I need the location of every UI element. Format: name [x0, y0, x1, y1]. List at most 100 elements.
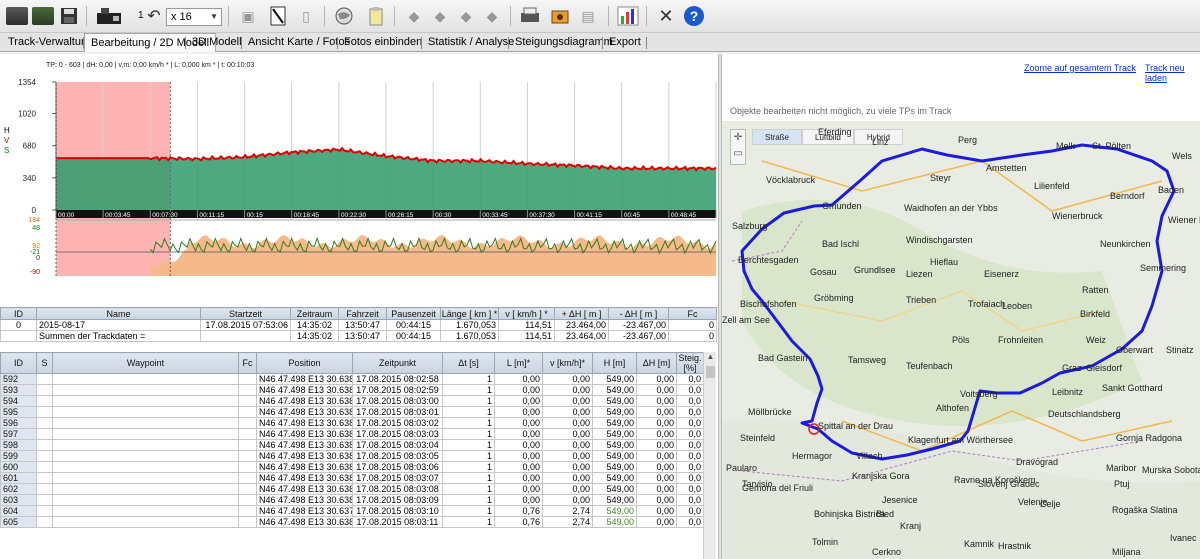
- waypoint-select-checkbox[interactable]: [36, 516, 53, 528]
- tab-export[interactable]: Export: [603, 33, 647, 52]
- map-tab-strasse[interactable]: Straße: [752, 129, 803, 145]
- elevation-chart[interactable]: TP: 0 - 603 | dH: 0,00 | v,m: 0,00 km/h …: [0, 54, 718, 282]
- tab-fotos-einbinden[interactable]: Fotos einbinden: [338, 33, 428, 52]
- document-icon[interactable]: ▤: [576, 4, 600, 28]
- edit-page-icon[interactable]: [266, 4, 290, 28]
- scroll-up-icon[interactable]: ▲: [704, 352, 716, 364]
- waypoint-cell: [238, 494, 257, 506]
- waypoint-col-header[interactable]: L [m]*: [494, 352, 543, 374]
- tools-icon[interactable]: ✕: [654, 4, 678, 28]
- globe-icon[interactable]: [332, 4, 356, 28]
- track-col-header[interactable]: Name: [36, 307, 201, 320]
- table-row[interactable]: 599 N46 47.498 E13 30.638 17.08.2015 08:03…: [0, 450, 704, 462]
- waypoint-select-checkbox[interactable]: [36, 483, 53, 495]
- map-place-label: Berchtesgaden: [738, 255, 799, 265]
- track-col-header[interactable]: Zeitraum: [290, 307, 339, 320]
- tag-icon[interactable]: ◆: [480, 4, 504, 28]
- waypoint-select-checkbox[interactable]: [36, 384, 53, 396]
- route-map[interactable]: ✛ ▭ Straße Luftbild Hybrid Eferding Linz Pe…: [722, 121, 1200, 559]
- waypoint-col-header[interactable]: H [m]: [592, 352, 637, 374]
- tab-statistik[interactable]: Statistik / Analyse: [422, 33, 520, 52]
- track-col-header[interactable]: - ΔH [ m ]: [608, 307, 669, 320]
- open-folder-icon[interactable]: [6, 7, 28, 25]
- waypoint-select-checkbox[interactable]: [36, 428, 53, 440]
- zoom-select[interactable]: x 16 ▼: [166, 8, 222, 26]
- waypoint-select-checkbox[interactable]: [36, 461, 53, 473]
- waypoint-cell: 0,00: [494, 406, 543, 418]
- track-col-header[interactable]: Startzeit: [200, 307, 291, 320]
- zoom-all-track-link[interactable]: Zoome auf gesamtem Track: [1024, 63, 1136, 73]
- waypoint-col-header[interactable]: Fc: [238, 352, 257, 374]
- table-row[interactable]: 600 N46 47.498 E13 30.638 17.08.2015 08:03…: [0, 461, 704, 473]
- help-icon[interactable]: ?: [682, 4, 706, 28]
- track-row[interactable]: Summen der Trackdaten = 14:35:02 13:50:47 0…: [0, 330, 717, 342]
- waypoint-select-checkbox[interactable]: [36, 406, 53, 418]
- save-icon[interactable]: [57, 4, 81, 28]
- table-row[interactable]: 595 N46 47.498 E13 30.638 17.08.2015 08:03…: [0, 406, 704, 418]
- reload-track-link[interactable]: Track neu laden: [1145, 63, 1200, 83]
- track-row[interactable]: 0 2015-08-17 17.08.2015 07:53:06 14:35:02 13…: [0, 319, 717, 331]
- table-row[interactable]: 598 N46 47.498 E13 30.638 17.08.2015 08:03…: [0, 439, 704, 451]
- table-row[interactable]: 604 N46 47.498 E13 30.637 17.08.2015 08:03…: [0, 505, 704, 517]
- waypoint-select-checkbox[interactable]: [36, 373, 53, 385]
- waypoint-scrollbar[interactable]: ▲: [703, 352, 716, 559]
- tag-icon[interactable]: ◆: [454, 4, 478, 28]
- waypoint-select-checkbox[interactable]: [36, 450, 53, 462]
- waypoint-select-checkbox[interactable]: [36, 505, 53, 517]
- track-col-header[interactable]: Fc: [668, 307, 717, 320]
- waypoint-select-checkbox[interactable]: [36, 472, 53, 484]
- track-col-header[interactable]: Fahrzeit: [338, 307, 387, 320]
- elevation-chart-svg[interactable]: 1354 1020 680 340 0 00:00 00:03:45 00:07:30 00:1…: [0, 54, 718, 282]
- toolbar-separator: [86, 6, 87, 26]
- tag-icon[interactable]: ◆: [428, 4, 452, 28]
- waypoint-select-checkbox[interactable]: [36, 417, 53, 429]
- table-row[interactable]: 601 N46 47.498 E13 30.638 17.08.2015 08:03…: [0, 472, 704, 484]
- scroll-thumb[interactable]: [706, 366, 715, 378]
- track-col-header[interactable]: ID: [0, 307, 37, 320]
- x-tick-label: 00:03:45: [105, 212, 131, 219]
- table-row[interactable]: 605 N46 47.498 E13 30.638 17.08.2015 08:03…: [0, 516, 704, 528]
- track-col-header[interactable]: + ΔH [ m ]: [554, 307, 609, 320]
- waypoint-col-header[interactable]: Waypoint: [52, 352, 239, 374]
- table-row[interactable]: 592 N46 47.498 E13 30.638 17.08.2015 08:02…: [0, 373, 704, 385]
- gps-device-icon[interactable]: [94, 4, 124, 28]
- tag-icon[interactable]: ◆: [402, 4, 426, 28]
- delete-icon[interactable]: ▯: [294, 4, 318, 28]
- waypoint-cell: 549,00: [592, 406, 637, 418]
- track-col-header[interactable]: v [ km/h ] *: [498, 307, 555, 320]
- waypoint-select-checkbox[interactable]: [36, 439, 53, 451]
- waypoint-cell: 0,00: [542, 472, 593, 484]
- waypoint-col-header[interactable]: Position: [256, 352, 353, 374]
- waypoint-col-header[interactable]: Zeitpunkt: [352, 352, 443, 374]
- track-col-header[interactable]: Länge [ km ] *: [440, 307, 499, 320]
- waypoint-cell: 592: [0, 373, 37, 385]
- waypoint-cell: 549,00: [592, 516, 637, 528]
- undo-icon[interactable]: ↶: [142, 4, 166, 28]
- photo-export-icon[interactable]: [548, 4, 572, 28]
- waypoint-table-container[interactable]: ID S Waypoint Fc Position Zeitpunkt Δt [s] L [m…: [0, 352, 716, 559]
- waypoint-col-header[interactable]: ΔH [m]: [636, 352, 677, 374]
- waypoint-col-header[interactable]: Steig. [%]: [676, 352, 704, 374]
- table-row[interactable]: 602 N46 47.498 E13 30.638 17.08.2015 08:03…: [0, 483, 704, 495]
- camera-icon[interactable]: ▣: [236, 4, 260, 28]
- open-recent-icon[interactable]: [32, 7, 54, 25]
- waypoint-select-checkbox[interactable]: [36, 494, 53, 506]
- tab-3d-modell[interactable]: 3D Modell: [186, 33, 248, 52]
- map-place-label: Zell am See: [722, 315, 771, 325]
- clipboard-icon[interactable]: [364, 4, 388, 28]
- waypoint-cell: 601: [0, 472, 37, 484]
- waypoint-col-header[interactable]: S: [36, 352, 53, 374]
- table-row[interactable]: 593 N46 47.498 E13 30.638 17.08.2015 08:02…: [0, 384, 704, 396]
- track-col-header[interactable]: Pausenzeit: [386, 307, 441, 320]
- table-row[interactable]: 596 N46 47.498 E13 30.638 17.08.2015 08:03…: [0, 417, 704, 429]
- table-row[interactable]: 594 N46 47.498 E13 30.638 17.08.2015 08:03…: [0, 395, 704, 407]
- table-row[interactable]: 603 N46 47.498 E13 30.638 17.08.2015 08:03…: [0, 494, 704, 506]
- waypoint-select-checkbox[interactable]: [36, 395, 53, 407]
- map-pan-zoom-control[interactable]: ✛ ▭: [730, 129, 746, 165]
- statistics-chart-icon[interactable]: [616, 4, 640, 28]
- printer-icon[interactable]: [518, 4, 542, 28]
- waypoint-col-header[interactable]: Δt [s]: [442, 352, 495, 374]
- waypoint-col-header[interactable]: v [km/h]*: [542, 352, 593, 374]
- table-row[interactable]: 597 N46 47.498 E13 30.638 17.08.2015 08:03…: [0, 428, 704, 440]
- waypoint-col-header[interactable]: ID: [0, 352, 37, 374]
